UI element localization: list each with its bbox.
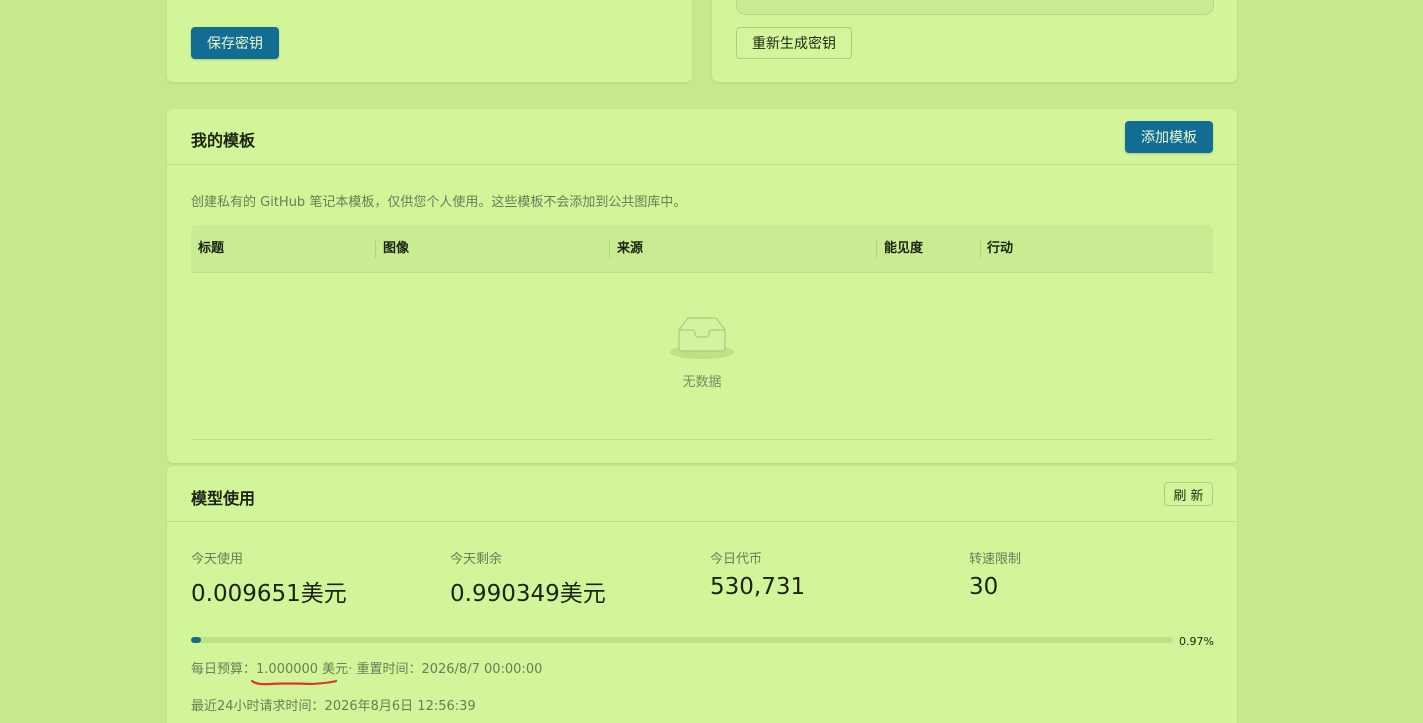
red-underline-annotation (251, 679, 337, 686)
page: 保存密钥 重新生成密钥 我的模板 添加模板 创建私有的 GitHub 笔记本模板… (0, 0, 1423, 723)
column-actions[interactable]: 行动 (980, 225, 1213, 272)
stat-label-today-usage: 今天使用 (191, 552, 244, 567)
budget-progress-bar (191, 637, 1173, 643)
stat-value-today-remaining: 0.990349美元 (450, 581, 606, 607)
reset-time-label: · 重置时间： (348, 662, 422, 677)
stat-value-today-usage: 0.009651美元 (191, 581, 347, 607)
templates-card: 我的模板 添加模板 创建私有的 GitHub 笔记本模板，仅供您个人使用。这些模… (167, 109, 1237, 463)
column-visibility[interactable]: 能见度 (877, 225, 980, 272)
model-usage-card: 模型使用 刷 新 今天使用 0.009651美元 今天剩余 0.990349美元… (167, 466, 1237, 723)
templates-description: 创建私有的 GitHub 笔记本模板，仅供您个人使用。这些模板不会添加到公共图库… (191, 195, 687, 210)
templates-header-divider (167, 164, 1237, 165)
budget-progress-text: 0.97% (1179, 635, 1214, 648)
empty-inbox-icon (670, 317, 734, 359)
stat-value-rate-limit: 30 (969, 574, 999, 600)
daily-budget-line: 每日预算：1.000000 美元· 重置时间：2026/8/7 00:00:00 (191, 658, 542, 677)
usage-title: 模型使用 (191, 489, 256, 508)
empty-text: 无数据 (682, 375, 722, 390)
stat-value-today-tokens: 530,731 (710, 574, 806, 600)
add-template-button[interactable]: 添加模板 (1125, 121, 1213, 153)
regenerate-key-card: 重新生成密钥 (712, 0, 1237, 82)
refresh-button[interactable]: 刷 新 (1164, 482, 1213, 506)
column-title[interactable]: 标题 (191, 225, 375, 272)
reset-time-value: 2026/8/7 00:00:00 (421, 662, 543, 677)
daily-budget-label: 每日预算： (191, 662, 257, 677)
key-display-field[interactable] (736, 0, 1214, 15)
stat-label-rate-limit: 转速限制 (969, 552, 1022, 567)
daily-budget-value: 1.000000 美元 (256, 662, 349, 677)
regenerate-key-button[interactable]: 重新生成密钥 (736, 27, 852, 59)
templates-table-header: 标题 图像 来源 能见度 行动 (191, 225, 1213, 273)
stat-label-today-remaining: 今天剩余 (450, 552, 503, 567)
last-request-line: 最近24小时请求时间：2026年8月6日 12:56:39 (191, 695, 476, 714)
templates-empty-state: 无数据 (191, 272, 1213, 440)
save-key-button[interactable]: 保存密钥 (191, 27, 279, 59)
column-source[interactable]: 来源 (610, 225, 876, 272)
column-image[interactable]: 图像 (376, 225, 609, 272)
api-key-card: 保存密钥 (167, 0, 692, 82)
last-request-label: 最近24小时请求时间： (191, 699, 325, 714)
usage-header-divider (167, 521, 1237, 522)
budget-progress-fill (191, 637, 201, 643)
stat-label-today-tokens: 今日代币 (710, 552, 763, 567)
templates-title: 我的模板 (191, 131, 256, 150)
last-request-value: 2026年8月6日 12:56:39 (324, 699, 476, 714)
